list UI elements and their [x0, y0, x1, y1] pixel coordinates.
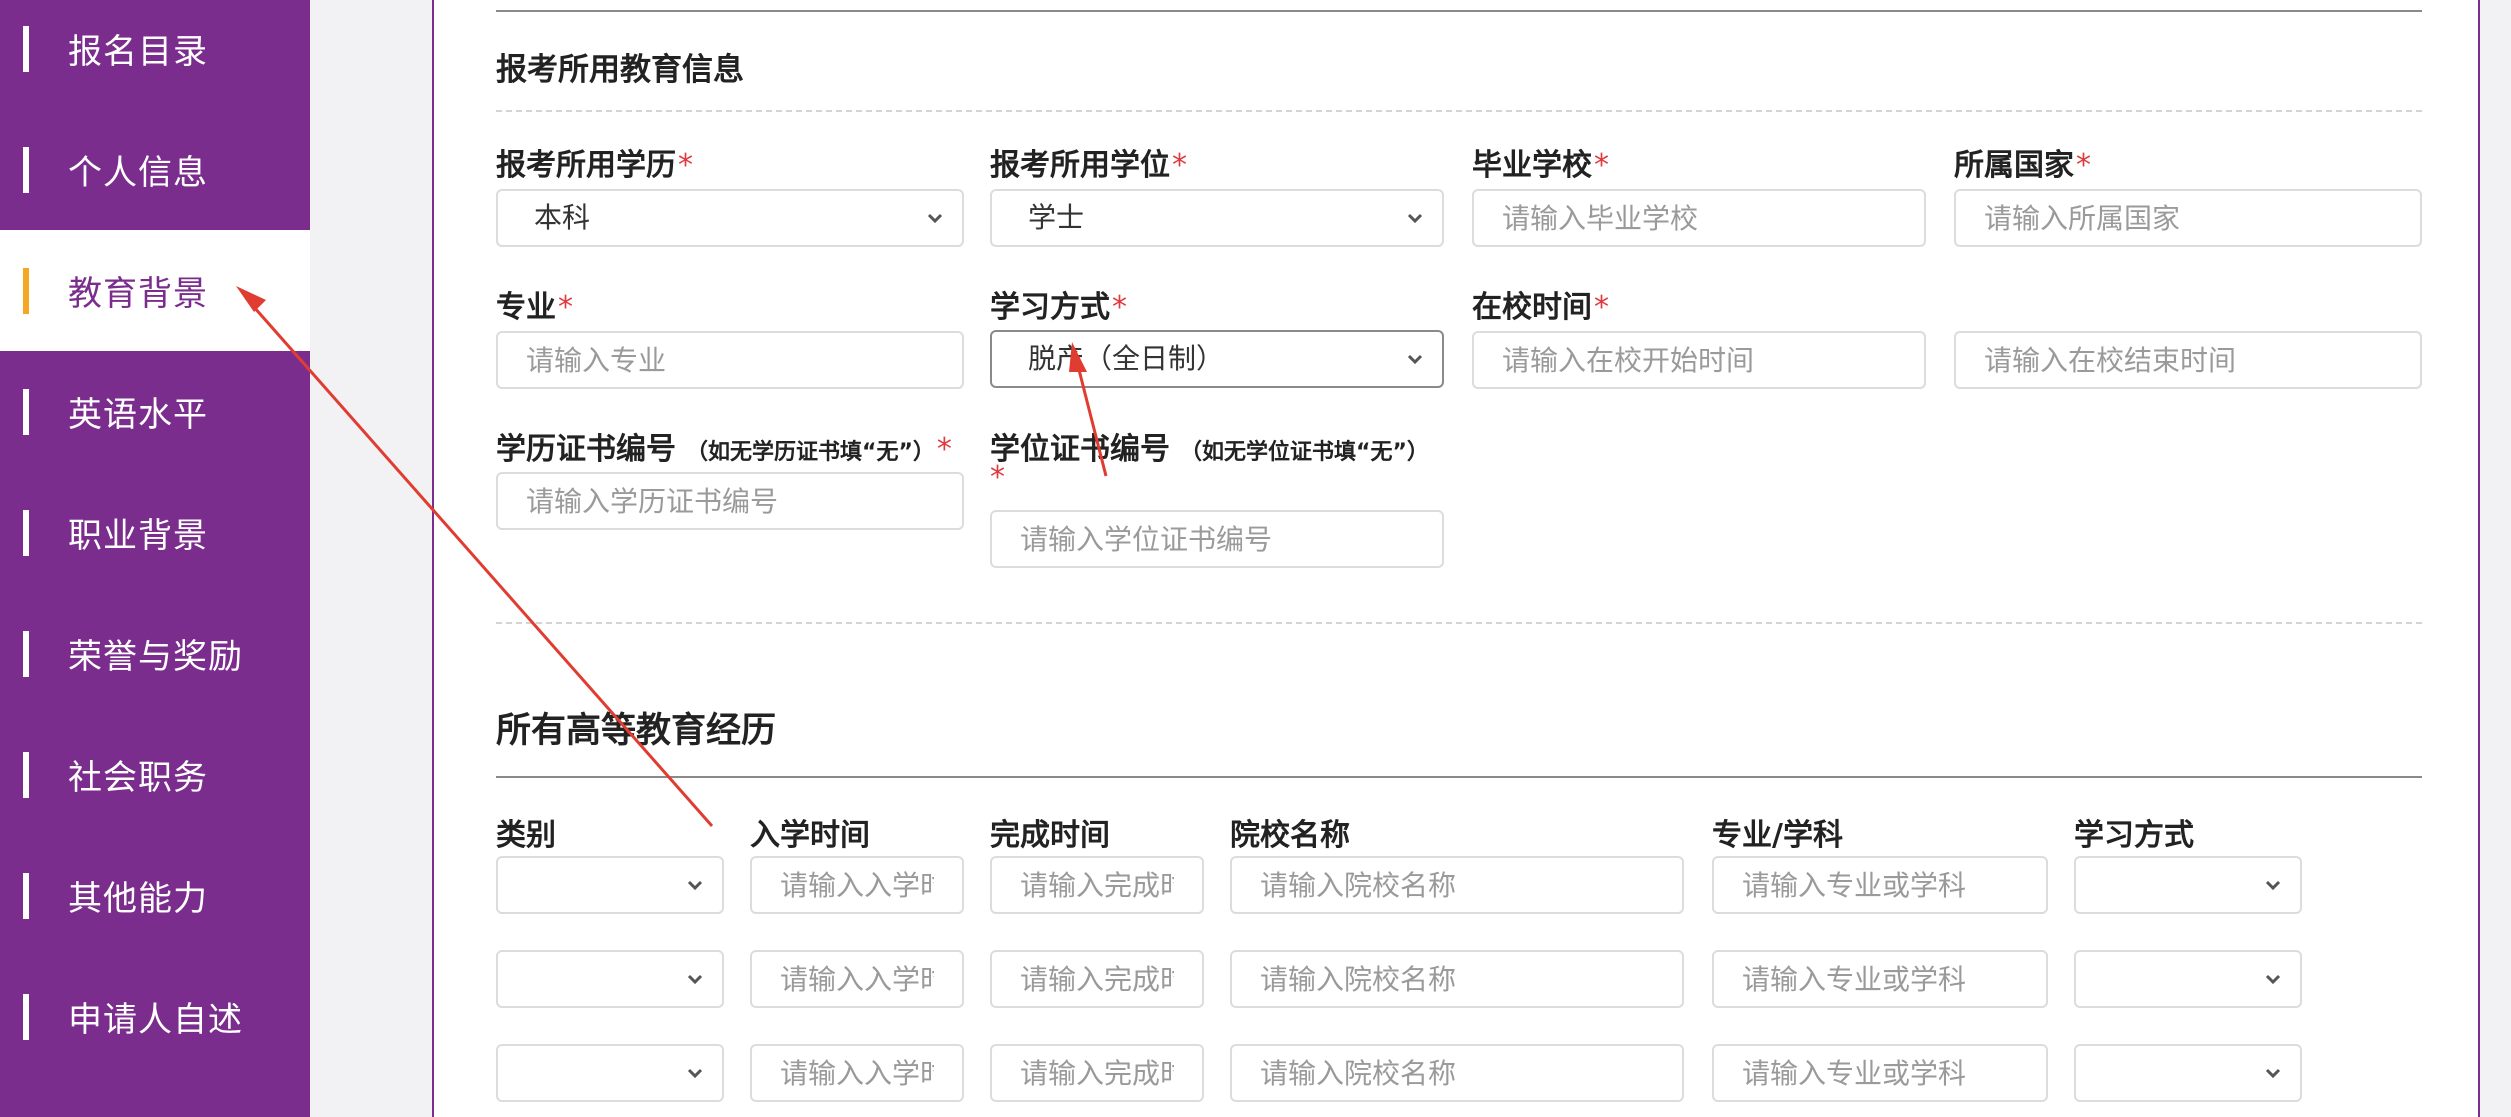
start-time-input[interactable] [750, 856, 964, 914]
dashed-divider [496, 110, 2422, 112]
study-mode-select-value: 脱产（全日制） [1028, 342, 1225, 375]
study-mode-row-select[interactable] [2074, 1044, 2302, 1102]
sidebar-item-indicator [23, 267, 29, 314]
chevron-down-icon [1407, 213, 1423, 224]
start-time-input[interactable] [750, 1044, 964, 1102]
chevron-down-icon [687, 974, 703, 985]
school-end-time-input[interactable] [1954, 331, 2422, 389]
diploma-cert-label: 学历证书编号 （如无学历证书填“无”）* [496, 432, 952, 467]
column-header-finish-time: 完成时间 [990, 818, 1110, 853]
sidebar-item-indicator [23, 146, 29, 193]
school-name-input[interactable] [1230, 950, 1684, 1008]
sidebar-item-label: 荣誉与奖励 [68, 637, 243, 677]
graduation-school-input[interactable] [1472, 189, 1926, 247]
sidebar-item-label: 英语水平 [68, 395, 208, 435]
sidebar-item-label: 社会职务 [68, 758, 208, 798]
chevron-down-icon [2265, 974, 2281, 985]
sidebar-item-label: 报名目录 [68, 32, 208, 72]
sidebar-item-indicator [23, 630, 29, 677]
major-subject-input[interactable] [1712, 1044, 2048, 1102]
chevron-down-icon [687, 880, 703, 891]
sidebar-item-indicator [23, 509, 29, 556]
academic-degree-select[interactable]: 学士 [990, 189, 1444, 247]
category-select[interactable] [496, 1044, 724, 1102]
column-header-start-time: 入学时间 [750, 818, 870, 853]
degree-cert-required-mark: * [990, 460, 1005, 495]
section-divider [496, 776, 2422, 778]
sidebar-item-education-background[interactable]: 教育背景 [0, 230, 310, 351]
degree-select-value: 本科 [534, 201, 591, 234]
chevron-down-icon [687, 1068, 703, 1079]
major-subject-input[interactable] [1712, 950, 2048, 1008]
academic-degree-label: 报考所用学位* [990, 148, 1187, 183]
sidebar-item-career-background[interactable]: 职业背景 [0, 472, 310, 593]
form-panel: 报考所用教育信息 报考所用学历* 本科 报考所用学位* 学士 毕业学校* 所属国… [432, 0, 2480, 1117]
academic-degree-select-value: 学士 [1028, 201, 1085, 234]
sidebar-item-english-level[interactable]: 英语水平 [0, 351, 310, 472]
sidebar-item-indicator [23, 872, 29, 919]
sidebar-item-label: 申请人自述 [68, 1000, 243, 1040]
sidebar-item-registration-catalog[interactable]: 报名目录 [0, 0, 310, 109]
column-header-school-name: 院校名称 [1230, 818, 1350, 853]
category-select[interactable] [496, 856, 724, 914]
sidebar-item-label: 个人信息 [68, 153, 208, 193]
degree-label: 报考所用学历* [496, 148, 693, 183]
dashed-divider [496, 622, 2422, 624]
study-mode-label: 学习方式* [990, 290, 1127, 325]
sidebar: 报名目录 个人信息 教育背景 英语水平 职业背景 荣誉与奖励 社会职务 其他能力… [0, 0, 310, 1117]
school-name-input[interactable] [1230, 1044, 1684, 1102]
school-name-input[interactable] [1230, 856, 1684, 914]
sidebar-item-indicator [23, 25, 29, 72]
chevron-down-icon [927, 213, 943, 224]
sidebar-item-indicator [23, 993, 29, 1040]
degree-select[interactable]: 本科 [496, 189, 964, 247]
sidebar-item-indicator [23, 388, 29, 435]
study-mode-row-select[interactable] [2074, 856, 2302, 914]
section-title-exam-education: 报考所用教育信息 [496, 52, 744, 88]
major-input[interactable] [496, 331, 964, 389]
study-mode-row-select[interactable] [2074, 950, 2302, 1008]
major-label: 专业* [496, 290, 573, 325]
degree-cert-input[interactable] [990, 510, 1444, 568]
sidebar-item-other-abilities[interactable]: 其他能力 [0, 835, 310, 956]
sidebar-item-label: 其他能力 [68, 879, 208, 919]
sidebar-item-indicator [23, 751, 29, 798]
column-header-category: 类别 [496, 818, 556, 853]
sidebar-item-honors-awards[interactable]: 荣誉与奖励 [0, 593, 310, 714]
major-subject-input[interactable] [1712, 856, 2048, 914]
study-mode-select[interactable]: 脱产（全日制） [990, 330, 1444, 388]
sidebar-item-label: 教育背景 [68, 274, 208, 314]
sidebar-item-personal-info[interactable]: 个人信息 [0, 109, 310, 230]
school-start-time-input[interactable] [1472, 331, 1926, 389]
category-select[interactable] [496, 950, 724, 1008]
sidebar-item-applicant-statement[interactable]: 申请人自述 [0, 956, 310, 1077]
country-label: 所属国家* [1954, 148, 2091, 183]
finish-time-input[interactable] [990, 1044, 1204, 1102]
column-header-study-mode: 学习方式 [2074, 818, 2194, 853]
sidebar-item-label: 职业背景 [68, 516, 208, 556]
sidebar-item-social-positions[interactable]: 社会职务 [0, 714, 310, 835]
graduation-school-label: 毕业学校* [1472, 148, 1609, 183]
school-time-label: 在校时间* [1472, 290, 1609, 325]
country-input[interactable] [1954, 189, 2422, 247]
section-title-higher-education: 所有高等教育经历 [496, 711, 777, 751]
diploma-cert-input[interactable] [496, 472, 964, 530]
finish-time-input[interactable] [990, 950, 1204, 1008]
start-time-input[interactable] [750, 950, 964, 1008]
section-divider [496, 10, 2422, 12]
column-header-major: 专业/学科 [1712, 818, 1843, 853]
degree-cert-label: 学位证书编号 （如无学位证书填“无”） [990, 432, 1429, 467]
chevron-down-icon [1407, 354, 1423, 365]
chevron-down-icon [2265, 880, 2281, 891]
chevron-down-icon [2265, 1068, 2281, 1079]
finish-time-input[interactable] [990, 856, 1204, 914]
